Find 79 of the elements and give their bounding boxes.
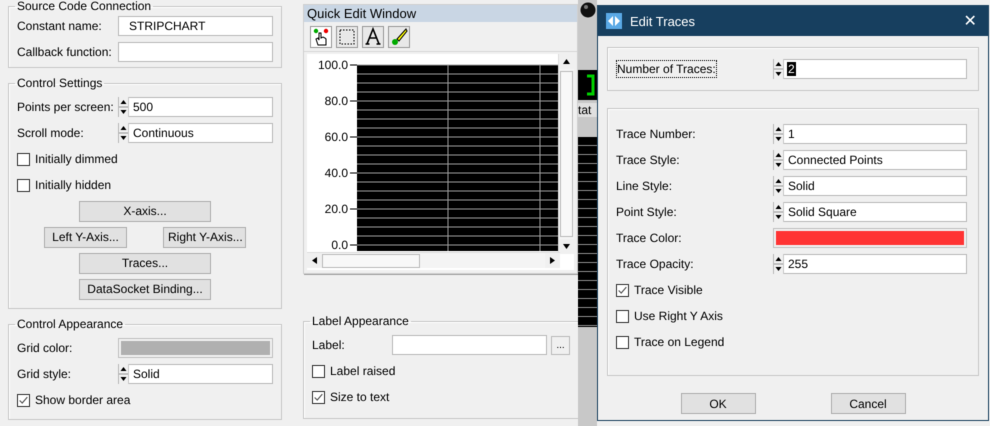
spin-field[interactable]: 500 [118,97,273,117]
dialog-button[interactable]: Right Y-Axis... [163,226,246,248]
field-label: Scroll mode: [17,126,85,140]
axis-label: 80.0 [324,94,348,108]
checkbox[interactable] [17,152,30,166]
hand-pointer-icon[interactable] [310,26,332,48]
field-label: Number of Traces: [616,62,718,76]
paintbrush-icon[interactable] [388,26,410,48]
checkbox-label[interactable]: Initially dimmed [35,152,118,166]
field-label: Trace Color: [616,231,683,245]
vertical-scrollbar[interactable] [558,54,574,254]
field-label: Callback function: [17,45,113,59]
axis-label: 40.0 [324,166,348,180]
field-label: Label: [312,338,346,352]
color-swatch[interactable] [773,228,967,248]
dialog-button[interactable]: Cancel [830,393,906,414]
checkbox-label[interactable]: Size to text [330,390,390,404]
axis-label: 0.0 [331,238,348,252]
spin-field[interactable]: 255 [773,254,967,274]
spin-field[interactable]: 1 [773,124,967,144]
spin-field[interactable]: Solid Square [773,202,967,222]
spin-field[interactable]: Solid [118,364,273,384]
checkbox[interactable] [616,336,629,348]
field-label: Point Style: [616,205,678,219]
dialog-button[interactable]: X-axis... [79,200,211,222]
spin-field[interactable]: Continuous [118,123,273,143]
field-label: Trace Opacity: [616,257,695,271]
axis-label: 20.0 [324,202,348,216]
checkbox[interactable] [616,284,629,296]
group-title: Source Code Connection [16,0,152,13]
spin-field[interactable]: Solid [773,176,967,196]
checkbox-label[interactable]: Show border area [35,393,130,407]
scroll-right-icon[interactable] [550,257,555,264]
checkbox[interactable] [312,364,325,378]
group-title: Control Settings [16,76,104,90]
label-text: tat [578,103,597,117]
checkbox-label[interactable]: Use Right Y Axis [634,309,723,323]
horizontal-scrollbar[interactable] [307,252,560,268]
text-field[interactable] [392,335,547,355]
field-label: Grid color: [17,341,74,355]
checkbox-label[interactable]: Label raised [330,364,396,378]
dialog-button[interactable]: DataSocket Binding... [79,278,211,300]
axis-label: 100.0 [318,58,348,72]
dialog-button[interactable]: Left Y-Axis... [44,226,127,248]
text-field[interactable]: STRIPCHART [118,16,273,36]
spin-field[interactable]: 2 [773,59,967,79]
knob-icon [580,2,596,18]
field-label: Grid style: [17,367,72,381]
app-icon [606,13,622,29]
scroll-left-icon[interactable] [312,257,317,264]
scroll-up-icon[interactable] [563,59,570,64]
checkbox-label[interactable]: Trace Visible [634,283,703,297]
group-title: Label Appearance [311,314,410,328]
field-label: Points per screen: [17,100,115,114]
digit-display-drawing [587,74,597,96]
checkbox-label[interactable]: Initially hidden [35,178,112,192]
axis-label: 60.0 [324,130,348,144]
window-title: Quick Edit Window [304,5,577,22]
field-label: Line Style: [616,179,674,193]
text-tool-icon[interactable] [362,26,384,48]
field-label: Trace Style: [616,153,681,167]
dialog-button[interactable]: Traces... [79,252,211,274]
dialog-button[interactable]: OK [680,393,756,414]
field-label: Constant name: [17,19,103,33]
checkbox[interactable] [17,394,30,406]
spin-field[interactable]: Connected Points [773,150,967,170]
field-label: Trace Number: [616,127,697,141]
checkbox-label[interactable]: Trace on Legend [634,335,724,349]
checkbox[interactable] [312,390,325,404]
group-title: Control Appearance [16,317,124,331]
browse-button[interactable]: ... [551,336,570,354]
color-swatch[interactable] [118,338,273,358]
text-field[interactable] [118,42,273,62]
close-button[interactable]: ✕ [952,6,988,36]
checkbox[interactable] [17,178,30,192]
checkbox[interactable] [616,310,629,322]
scroll-down-icon[interactable] [563,244,570,249]
selection-icon[interactable] [336,26,358,48]
window-title: Edit Traces [630,14,696,28]
